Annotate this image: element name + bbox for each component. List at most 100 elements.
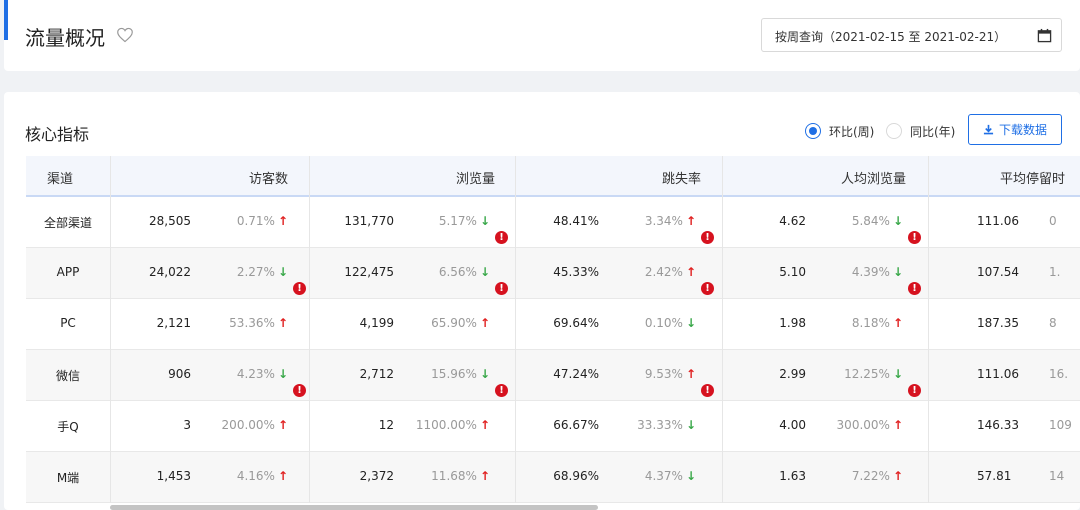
cell-bounce-change: 33.33%↓! [637,418,696,432]
cell-bounce-value: 68.96% [553,469,599,483]
cell-bounce-value: 48.41% [553,214,599,228]
change-percent: 3.34% [644,214,683,228]
cell-stay-value: 107.54 [977,265,1019,279]
warning-circle-icon: ! [701,282,714,295]
radio-week-label: 环比(周) [829,124,875,139]
date-range-picker[interactable]: 按周查询（2021-02-15 至 2021-02-21） [761,18,1062,52]
cell-avgpv-value: 5.10 [779,265,806,279]
cell-stay-change: 16. [1049,367,1069,381]
cell-visitors-value: 3 [183,418,191,432]
radio-dot [886,123,902,139]
cell-channel: 全部渠道 [43,216,92,230]
column-divider [722,156,723,503]
cell-bounce-change: 9.53% ↑! [645,367,714,397]
cell-visitors-value: 2,121 [156,316,191,330]
arrow-down-icon: ↓ [892,214,903,228]
radio-week-over-week[interactable]: 环比(周) [805,122,874,140]
cell-pv-value: 4,199 [359,316,394,330]
cell-stay-value: 111.06 [977,367,1019,381]
horizontal-scrollbar[interactable] [110,505,598,510]
change-percent: 4.23% [236,367,275,381]
warning-circle-icon: ! [908,384,921,397]
date-range-label: 按周查询（2021-02-15 至 2021-02-21） [775,30,1007,44]
col-channel[interactable]: 渠道 [47,168,73,187]
cell-visitors-value: 1,453 [156,469,191,483]
section-title: 核心指标 [25,125,90,144]
cell-pv-change: 15.96% ↓! [431,367,508,397]
change-percent: 0.71% [236,214,275,228]
table-row: M端 1,453 4.16%↑! 2,372 11.68%↑! 68.96% 4.37%↓!… [26,452,1080,503]
cell-pv-value: 2,712 [359,367,394,381]
cell-avgpv-value: 1.98 [779,316,806,330]
warning-circle-icon: ! [495,282,508,295]
table-header: 渠道 访客数 浏览量 跳失率 人均浏览量 平均停留时 [26,156,1080,197]
arrow-down-icon: ↓ [479,265,490,279]
col-visitors[interactable]: 访客数 [249,168,288,187]
warning-circle-icon: ! [701,231,714,244]
cell-pv-change: 6.56% ↓! [439,265,508,295]
arrow-up-icon: ↑ [892,418,903,432]
warning-circle-icon: ! [908,231,921,244]
warning-circle-icon: ! [495,384,508,397]
column-divider [309,156,310,503]
change-percent: 15.96% [431,367,477,381]
change-percent: 12.25% [844,367,890,381]
cell-pv-value: 12 [378,418,394,432]
cell-avgpv-value: 2.99 [779,367,806,381]
col-avg-stay[interactable]: 平均停留时 [1000,168,1065,187]
table-row: APP 24,022 2.27% ↓! 122,475 6.56% ↓! 45.33% 2.42… [26,248,1080,299]
warning-circle-icon: ! [701,384,714,397]
cell-visitors-change: 200.00%↑! [222,418,288,432]
change-percent: 2.42% [644,265,683,279]
arrow-down-icon: ↓ [277,367,288,381]
cell-stay-change: 1. [1049,265,1061,279]
cell-visitors-value: 28,505 [149,214,191,228]
change-percent: 4.39% [851,265,890,279]
arrow-up-icon: ↑ [479,469,490,483]
cell-channel: M端 [56,471,80,485]
cell-pv-change: 11.68%↑! [431,469,490,483]
col-avg-pageviews[interactable]: 人均浏览量 [841,168,906,187]
cell-bounce-value: 47.24% [553,367,599,381]
cell-bounce-value: 69.64% [553,316,599,330]
change-percent: 1100.00% [415,418,477,432]
cell-avgpv-change: 8.18%↑! [852,316,903,330]
cell-channel: 微信 [55,369,80,383]
column-divider [515,156,516,503]
table-row: PC 2,121 53.36%↑! 4,199 65.90%↑! 69.64% 0.10%↓… [26,299,1080,350]
col-pageviews[interactable]: 浏览量 [456,168,495,187]
cell-pv-change: 5.17% ↓! [439,214,508,244]
change-percent: 8.18% [851,316,890,330]
warning-circle-icon: ! [293,282,306,295]
heart-outline-icon[interactable] [116,27,134,43]
table-row: 全部渠道28,5050.71%↑!131,7705.17%↓!48.41%3.3… [26,197,1080,248]
cell-stay-value: 146.33 [977,418,1019,432]
cell-channel: 手Q [57,420,79,434]
download-data-button[interactable]: 下载数据 [968,114,1062,145]
cell-avgpv-change: 7.22%↑! [852,469,903,483]
cell-bounce-change: 0.10%↓! [645,316,696,330]
arrow-down-icon: ↓ [685,316,696,330]
radio-year-over-year[interactable]: 同比(年) [886,122,955,140]
cell-channel: PC [60,316,76,330]
col-bounce-rate[interactable]: 跳失率 [662,168,701,187]
arrow-down-icon: ↓ [479,214,490,228]
radio-year-label: 同比(年) [910,124,956,139]
cell-bounce-change: 3.34% ↑! [644,214,714,244]
page-title: 流量概况 [25,26,105,50]
cell-visitors-value: 24,022 [149,265,191,279]
cell-pv-value: 2,372 [359,469,394,483]
arrow-down-icon: ↓ [685,418,696,432]
change-percent: 2.27% [236,265,275,279]
download-icon [983,124,994,135]
download-label: 下载数据 [998,123,1047,137]
column-divider [928,156,929,503]
change-percent: 33.33% [637,418,683,432]
arrow-up-icon: ↑ [277,316,288,330]
cell-avgpv-change: 5.84% ↓! [852,214,921,244]
cell-avgpv-change: 300.00%↑! [837,418,903,432]
arrow-up-icon: ↑ [892,469,903,483]
cell-bounce-change: 4.37%↓! [645,469,696,483]
arrow-up-icon: ↑ [685,214,696,228]
cell-avgpv-value: 4.62 [779,214,806,228]
